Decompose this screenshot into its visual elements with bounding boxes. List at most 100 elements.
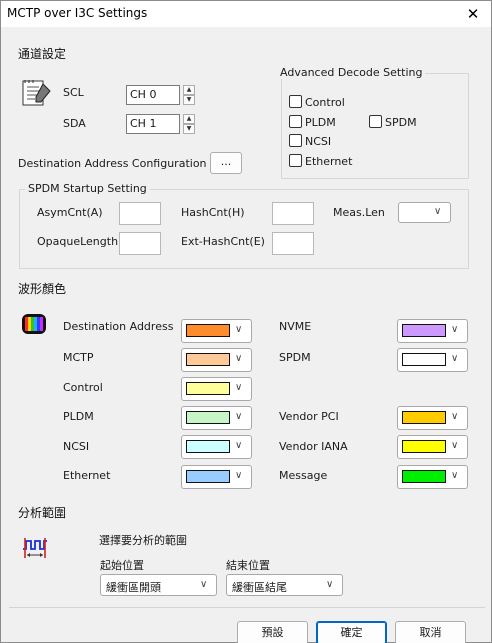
chevron-down-icon: ∨ xyxy=(434,206,442,217)
range-subheading: 選擇要分析的範圍 xyxy=(99,534,187,547)
exthashcnt-label: Ext-HashCnt(E) xyxy=(181,235,265,248)
spin-down-icon[interactable]: ▼ xyxy=(183,95,195,105)
spin-up-icon[interactable]: ▲ xyxy=(183,114,195,124)
chevron-down-icon: ∨ xyxy=(235,411,243,422)
color-label-mctp: MCTP xyxy=(63,351,94,364)
spdm-startup-title: SPDM Startup Setting xyxy=(25,182,150,195)
color-label-destination-address: Destination Address xyxy=(63,320,174,333)
sda-channel-value: CH 1 xyxy=(130,117,157,130)
color-swatch xyxy=(402,470,446,483)
end-position-label: 結束位置 xyxy=(226,559,270,572)
exthashcnt-input[interactable] xyxy=(272,232,314,255)
ncsi-checkbox[interactable] xyxy=(289,134,302,147)
measlen-select[interactable]: ∨ xyxy=(398,202,451,223)
color-swatch xyxy=(402,353,446,366)
start-position-select[interactable]: 緩衝區開頭 ∨ xyxy=(100,574,217,596)
chevron-down-icon: ∨ xyxy=(451,353,459,364)
chevron-down-icon: ∨ xyxy=(326,579,334,590)
color-select-ncsi[interactable]: ∨ xyxy=(181,435,252,459)
color-select-ethernet[interactable]: ∨ xyxy=(181,465,252,489)
title-bar: MCTP over I3C Settings ✕ xyxy=(1,1,491,27)
colors-heading: 波形顏色 xyxy=(18,282,67,296)
cancel-button[interactable]: 取消 xyxy=(395,621,466,643)
color-select-spdm[interactable]: ∨ xyxy=(397,348,468,372)
asymcnt-label: AsymCnt(A) xyxy=(37,206,103,219)
color-label-control: Control xyxy=(63,381,103,394)
color-select-vendor-iana[interactable]: ∨ xyxy=(397,435,468,459)
chevron-down-icon: ∨ xyxy=(200,579,208,590)
end-position-select[interactable]: 緩衝區結尾 ∨ xyxy=(226,574,343,596)
chevron-down-icon: ∨ xyxy=(451,470,459,481)
range-heading: 分析範圍 xyxy=(18,506,67,520)
spdm-checkbox[interactable] xyxy=(369,115,382,128)
color-swatch xyxy=(186,470,230,483)
chevron-down-icon: ∨ xyxy=(451,411,459,422)
dest-config-button[interactable]: ... xyxy=(210,152,242,174)
ncsi-checkbox-label: NCSI xyxy=(305,135,332,148)
opaquelength-input[interactable] xyxy=(119,232,161,255)
close-button[interactable]: ✕ xyxy=(461,3,485,25)
color-swatch xyxy=(186,440,230,453)
color-label-spdm: SPDM xyxy=(279,351,311,364)
color-select-mctp[interactable]: ∨ xyxy=(181,348,252,372)
color-select-pldm[interactable]: ∨ xyxy=(181,406,252,430)
waveform-range-icon xyxy=(23,538,47,558)
color-swatch xyxy=(186,382,230,395)
chevron-down-icon: ∨ xyxy=(235,382,243,393)
opaquelength-label: OpaqueLength xyxy=(37,235,119,248)
color-label-ethernet: Ethernet xyxy=(63,469,111,482)
color-label-vendor-iana: Vendor IANA xyxy=(279,440,348,453)
control-checkbox-label: Control xyxy=(305,96,345,109)
spin-up-icon[interactable]: ▲ xyxy=(183,85,195,95)
chevron-down-icon: ∨ xyxy=(235,353,243,364)
channel-heading: 通道設定 xyxy=(18,47,67,61)
color-swatch xyxy=(402,440,446,453)
color-select-nvme[interactable]: ∨ xyxy=(397,319,468,343)
spin-down-icon[interactable]: ▼ xyxy=(183,124,195,134)
measlen-label: Meas.Len xyxy=(333,206,385,219)
window-title: MCTP over I3C Settings xyxy=(7,6,148,20)
control-checkbox[interactable] xyxy=(289,95,302,108)
ethernet-checkbox[interactable] xyxy=(289,154,302,167)
start-position-label: 起始位置 xyxy=(100,559,144,572)
scl-label: SCL xyxy=(63,86,84,99)
color-label-nvme: NVME xyxy=(279,320,312,333)
color-select-control[interactable]: ∨ xyxy=(181,377,252,401)
end-position-value: 緩衝區結尾 xyxy=(232,581,287,594)
color-swatch xyxy=(402,324,446,337)
default-button[interactable]: 預設 xyxy=(237,621,308,643)
scl-channel-value: CH 0 xyxy=(130,88,157,101)
pldm-checkbox-label: PLDM xyxy=(305,116,336,129)
sda-label: SDA xyxy=(63,117,86,130)
color-select-destination-address[interactable]: ∨ xyxy=(181,319,252,343)
color-label-pldm: PLDM xyxy=(63,410,94,423)
ok-button[interactable]: 確定 xyxy=(316,621,387,643)
spdm-checkbox-label: SPDM xyxy=(385,116,417,129)
advanced-decode-title: Advanced Decode Setting xyxy=(277,66,426,79)
chevron-down-icon: ∨ xyxy=(451,440,459,451)
dest-config-label: Destination Address Configuration xyxy=(18,157,207,170)
color-select-vendor-pci[interactable]: ∨ xyxy=(397,406,468,430)
color-label-vendor-pci: Vendor PCI xyxy=(279,410,339,423)
ethernet-checkbox-label: Ethernet xyxy=(305,155,353,168)
color-select-message[interactable]: ∨ xyxy=(397,465,468,489)
chevron-down-icon: ∨ xyxy=(235,324,243,335)
scl-spinner[interactable]: ▲ ▼ xyxy=(183,85,195,105)
spdm-startup-group xyxy=(19,189,469,269)
chevron-down-icon: ∨ xyxy=(235,470,243,481)
asymcnt-input[interactable] xyxy=(119,202,161,225)
hashcnt-label: HashCnt(H) xyxy=(181,206,245,219)
notepad-pencil-icon xyxy=(22,80,51,106)
color-swatch xyxy=(186,353,230,366)
sda-spinner[interactable]: ▲ ▼ xyxy=(183,114,195,134)
sda-channel-field[interactable]: CH 1 xyxy=(126,114,180,134)
color-palette-icon xyxy=(22,314,46,334)
hashcnt-input[interactable] xyxy=(272,202,314,225)
mctp-settings-dialog: MCTP over I3C Settings ✕ 通道設定 SCL CH 0 ▲… xyxy=(0,0,492,643)
color-swatch xyxy=(186,324,230,337)
pldm-checkbox[interactable] xyxy=(289,115,302,128)
chevron-down-icon: ∨ xyxy=(235,440,243,451)
color-label-message: Message xyxy=(279,469,328,482)
scl-channel-field[interactable]: CH 0 xyxy=(126,85,180,105)
start-position-value: 緩衝區開頭 xyxy=(106,581,161,594)
